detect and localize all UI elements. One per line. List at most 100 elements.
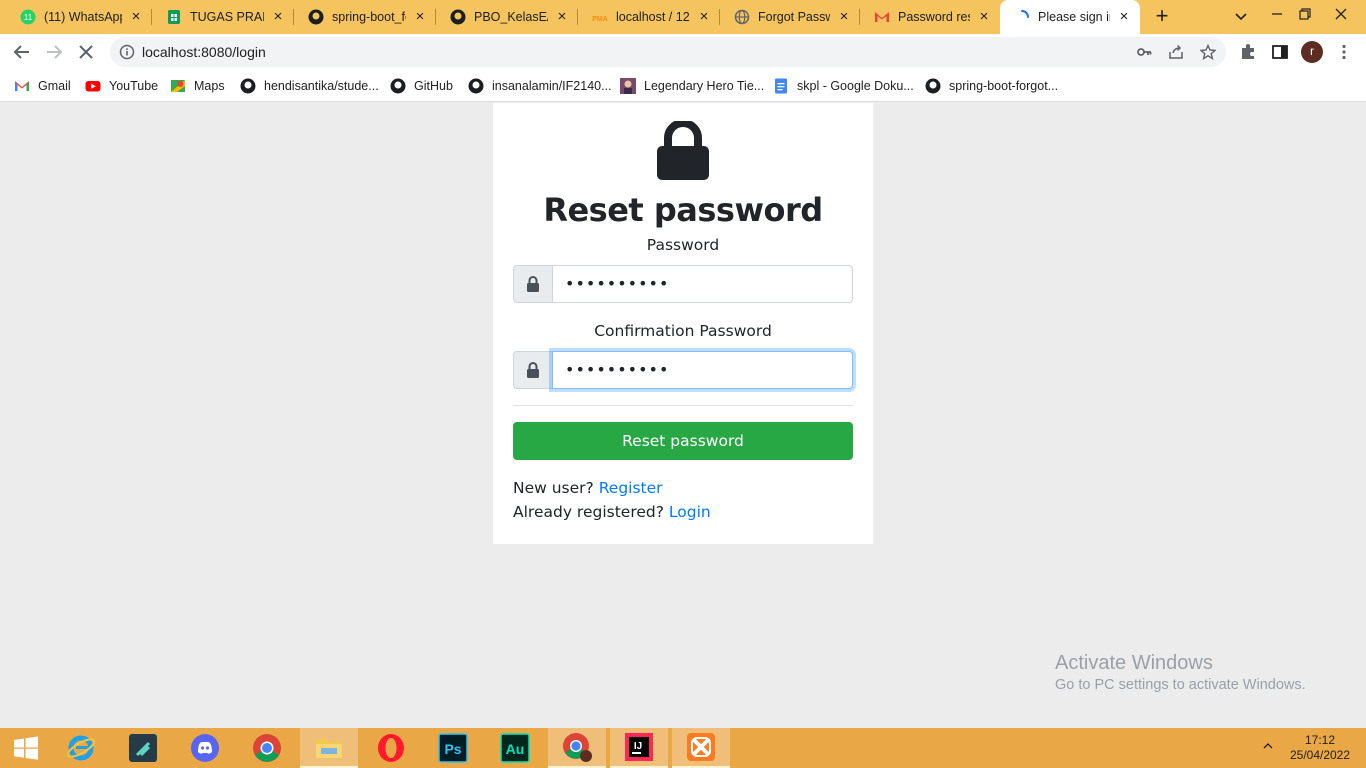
maps-icon (170, 78, 186, 94)
bookmark-label: skpl - Google Doku... (797, 79, 914, 93)
close-tab-icon[interactable]: × (554, 9, 570, 25)
bookmark-label: Maps (194, 79, 225, 93)
bookmark-youtube[interactable]: YouTube (85, 76, 158, 96)
svg-text:Ps: Ps (444, 741, 461, 757)
new-user-text: New user? (513, 479, 594, 497)
chrome-active-icon[interactable] (548, 728, 606, 768)
svg-text:11: 11 (24, 13, 33, 22)
password-field[interactable]: •••••••••• (552, 265, 853, 303)
google-sheets-icon (166, 9, 182, 25)
confirmation-password-label: Confirmation Password (594, 322, 772, 340)
windows-start-icon[interactable] (0, 728, 52, 768)
browser-toolbar: localhost:8080/login r (0, 34, 1366, 70)
phpmyadmin-icon: PMA (592, 9, 608, 25)
page-content: Reset password Password •••••••••• Confi… (0, 103, 1366, 728)
internet-explorer-icon[interactable] (52, 728, 110, 768)
bookmark-gmail[interactable]: Gmail (14, 76, 71, 96)
youtube-icon (85, 78, 101, 94)
close-window-button[interactable] (1318, 0, 1364, 32)
github-icon (390, 78, 406, 94)
bookmark-hendisantika[interactable]: hendisantika/stude... (240, 76, 379, 96)
close-tab-icon[interactable]: × (696, 9, 712, 25)
forward-button[interactable] (40, 38, 68, 66)
bookmarks-bar: Gmail YouTube Maps hendisantika/stude...… (0, 70, 1366, 102)
info-icon[interactable] (119, 44, 135, 60)
xampp-icon[interactable] (672, 728, 730, 768)
back-button[interactable] (8, 38, 36, 66)
activate-windows-title: Activate Windows (1055, 652, 1213, 674)
close-tab-icon[interactable]: × (412, 9, 428, 25)
google-docs-icon (773, 78, 789, 94)
stop-loading-button[interactable] (72, 38, 100, 66)
close-tab-icon[interactable]: × (1116, 9, 1132, 25)
github-icon (925, 78, 941, 94)
register-link[interactable]: Register (599, 479, 663, 497)
bookmark-github[interactable]: GitHub (390, 76, 453, 96)
close-tab-icon[interactable]: × (836, 9, 852, 25)
bookmark-star-icon[interactable] (1200, 44, 1216, 60)
login-link[interactable]: Login (669, 503, 711, 521)
show-hidden-icons-icon[interactable] (1262, 740, 1274, 754)
side-panel-icon[interactable] (1270, 42, 1290, 62)
filmora-icon[interactable] (114, 728, 172, 768)
discord-icon[interactable] (176, 728, 234, 768)
bookmark-maps[interactable]: Maps (170, 76, 225, 96)
taskbar-clock[interactable]: 17:12 25/04/2022 (1285, 733, 1355, 763)
address-bar[interactable]: localhost:8080/login (110, 37, 1226, 67)
bookmark-label: spring-boot-forgot... (949, 79, 1059, 93)
bookmark-label: Gmail (38, 79, 71, 93)
opera-icon[interactable] (362, 728, 420, 768)
file-explorer-icon[interactable] (300, 728, 358, 768)
globe-icon (734, 9, 750, 25)
password-input-group: •••••••••• (513, 265, 853, 303)
lock-icon (657, 121, 709, 180)
bookmark-spring-boot-forgot[interactable]: spring-boot-forgot... (925, 76, 1058, 96)
confirmation-password-input-group: •••••••••• (513, 351, 853, 389)
whatsapp-icon: 11 (20, 9, 36, 25)
reset-password-card: Reset password Password •••••••••• Confi… (493, 103, 873, 544)
svg-text:PMA: PMA (592, 16, 608, 23)
key-icon[interactable] (1136, 44, 1152, 60)
extensions-puzzle-icon[interactable] (1238, 42, 1258, 62)
new-tab-button[interactable]: + (1150, 5, 1174, 29)
profile-avatar[interactable]: r (1301, 41, 1323, 63)
bookmark-label: GitHub (414, 79, 453, 93)
reset-password-button[interactable]: Reset password (513, 422, 853, 460)
github-icon (308, 9, 324, 25)
svg-text:Au: Au (506, 741, 525, 757)
gmail-icon (14, 78, 30, 94)
tab-password-reset[interactable]: Password reset × (860, 0, 1000, 34)
bookmark-legendary-hero[interactable]: Legendary Hero Tie... (620, 76, 764, 96)
photoshop-icon[interactable]: Ps (424, 728, 482, 768)
share-icon[interactable] (1168, 44, 1184, 60)
audition-icon[interactable]: Au (486, 728, 544, 768)
confirmation-password-field[interactable]: •••••••••• (552, 351, 853, 389)
activate-windows-subtitle: Go to PC settings to activate Windows. (1055, 677, 1306, 693)
gmail-icon (874, 9, 890, 25)
tab-title: Please sign in (1038, 10, 1110, 24)
windows-taskbar: Ps Au IJ 17:12 25/04/2022 (0, 728, 1366, 768)
tab-phpmyadmin[interactable]: PMA localhost / 127 × (578, 0, 720, 34)
lock-icon (513, 265, 553, 303)
url-text: localhost:8080/login (142, 44, 266, 60)
tab-title: (11) WhatsApp (44, 10, 122, 24)
chrome-icon[interactable] (238, 728, 296, 768)
loading-spinner-icon (1014, 9, 1030, 25)
clock-date: 25/04/2022 (1289, 748, 1351, 762)
tab-spring-boot[interactable]: spring-boot_fo × (294, 0, 436, 34)
more-menu-icon[interactable] (1334, 42, 1354, 62)
bookmark-skpl[interactable]: skpl - Google Doku... (773, 76, 914, 96)
intellij-icon[interactable]: IJ (610, 728, 668, 768)
bookmark-insanalamin[interactable]: insanalamin/IF2140... (468, 76, 612, 96)
tab-whatsapp[interactable]: 11 (11) WhatsApp × (6, 0, 152, 34)
close-tab-icon[interactable]: × (976, 9, 992, 25)
tab-tugas-praktik[interactable]: TUGAS PRAKTI × (152, 0, 294, 34)
clock-time: 17:12 (1304, 733, 1336, 747)
close-tab-icon[interactable]: × (270, 9, 286, 25)
tab-pbo-kelase[interactable]: PBO_KelasE/RE × (436, 0, 578, 34)
close-tab-icon[interactable]: × (128, 9, 144, 25)
tab-forgot-password[interactable]: Forgot Passwo × (720, 0, 860, 34)
tab-title: Forgot Passwo (758, 10, 830, 24)
tab-title: PBO_KelasE/RE (474, 10, 548, 24)
tab-please-sign-in[interactable]: Please sign in × (1000, 0, 1140, 34)
